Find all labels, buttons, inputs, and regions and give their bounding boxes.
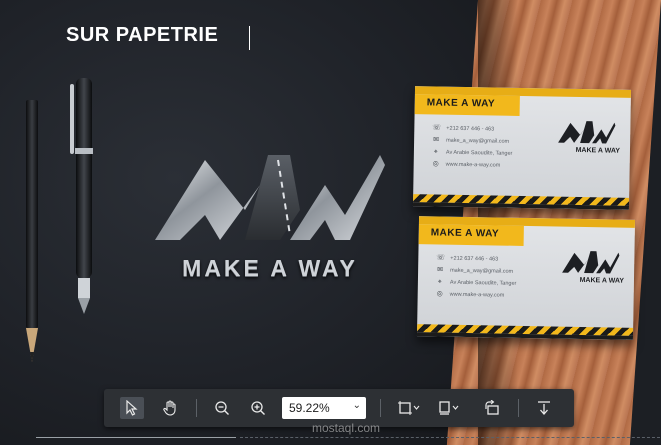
pen-icon bbox=[70, 78, 93, 314]
contact-text: +212 637 446 - 463 bbox=[450, 255, 499, 263]
brand-logo-icon bbox=[155, 155, 385, 240]
mockup-scene: SUR PAPETRIE MAKE A WAY MAKE A WAY ☏ +21… bbox=[0, 0, 661, 445]
watermark-text: mostaql.com bbox=[312, 421, 381, 435]
card-contact-info: ☏ +212 637 446 - 463 ✉ make_a_way@gmail.co… bbox=[432, 122, 513, 171]
business-card: MAKE A WAY ☏ +212 637 446 - 463 ✉ make_a_w… bbox=[412, 86, 632, 210]
phone-icon: ☏ bbox=[436, 254, 446, 262]
contact-text: make_a_way@gmail.com bbox=[450, 267, 514, 275]
hand-tool-button[interactable] bbox=[158, 397, 182, 419]
card-header-label: MAKE A WAY bbox=[430, 227, 500, 240]
business-card: MAKE A WAY ☏ +212 637 446 - 463 ✉ make_a_w… bbox=[416, 216, 636, 340]
contact-row: ◎ www.make-a-way.com bbox=[432, 158, 513, 171]
bottom-dashed-line bbox=[240, 437, 660, 439]
zoom-in-button[interactable] bbox=[246, 397, 270, 419]
toolbar-divider bbox=[518, 399, 519, 417]
email-icon: ✉ bbox=[433, 136, 440, 144]
contact-text: www.make-a-way.com bbox=[445, 161, 501, 169]
card-header-label: MAKE A WAY bbox=[426, 97, 496, 110]
card-contact-info: ☏ +212 637 446 - 463 ✉ make_a_way@gmail.co… bbox=[436, 252, 517, 301]
pencil-icon bbox=[26, 100, 38, 362]
contact-text: Av Arabie Saoudite, Tanger bbox=[449, 279, 517, 287]
download-icon bbox=[538, 401, 550, 415]
brand-wordmark: MAKE A WAY bbox=[182, 255, 358, 281]
zoom-out-icon bbox=[215, 401, 229, 415]
location-icon: ⌖ bbox=[433, 148, 438, 156]
crop-icon bbox=[398, 401, 420, 415]
hand-icon bbox=[163, 400, 176, 416]
phone-icon: ☏ bbox=[432, 124, 442, 132]
page-title: SUR PAPETRIE bbox=[66, 24, 219, 46]
globe-icon: ◎ bbox=[432, 160, 439, 168]
zoom-level-select[interactable]: 59.22% ⌄ bbox=[282, 397, 366, 419]
card-logo-icon bbox=[558, 121, 616, 144]
title-divider bbox=[249, 26, 250, 50]
globe-icon: ◎ bbox=[436, 290, 443, 298]
zoom-out-button[interactable] bbox=[210, 397, 234, 419]
contact-row: ◎ www.make-a-way.com bbox=[436, 288, 517, 301]
select-tool-button[interactable] bbox=[120, 397, 144, 419]
contact-text: www.make-a-way.com bbox=[449, 291, 505, 299]
page-layout-icon bbox=[439, 401, 459, 415]
zoom-value: 59.22% bbox=[289, 401, 330, 415]
bottom-progress-line bbox=[36, 437, 236, 438]
toolbar-divider bbox=[380, 399, 381, 417]
rotate-button[interactable] bbox=[480, 397, 504, 419]
card-logo-icon bbox=[562, 251, 620, 274]
contact-text: Av Arabie Saoudite, Tanger bbox=[445, 149, 513, 157]
rotate-icon bbox=[485, 400, 499, 415]
contact-text: +212 637 446 - 463 bbox=[446, 125, 495, 133]
card-brand-text: MAKE A WAY bbox=[579, 276, 625, 285]
crop-tool-button[interactable] bbox=[394, 397, 424, 419]
page-view-button[interactable] bbox=[434, 397, 464, 419]
cursor-arrow-icon bbox=[126, 400, 138, 416]
location-icon: ⌖ bbox=[437, 278, 442, 286]
toolbar-divider bbox=[196, 399, 197, 417]
zoom-in-icon bbox=[251, 401, 265, 415]
download-button[interactable] bbox=[532, 397, 556, 419]
card-brand-text: MAKE A WAY bbox=[575, 146, 621, 155]
card-header-band: MAKE A WAY bbox=[414, 94, 520, 116]
chevron-down-icon: ⌄ bbox=[352, 400, 361, 411]
email-icon: ✉ bbox=[437, 266, 444, 274]
card-header-band: MAKE A WAY bbox=[418, 224, 524, 246]
contact-text: make_a_way@gmail.com bbox=[446, 137, 510, 145]
